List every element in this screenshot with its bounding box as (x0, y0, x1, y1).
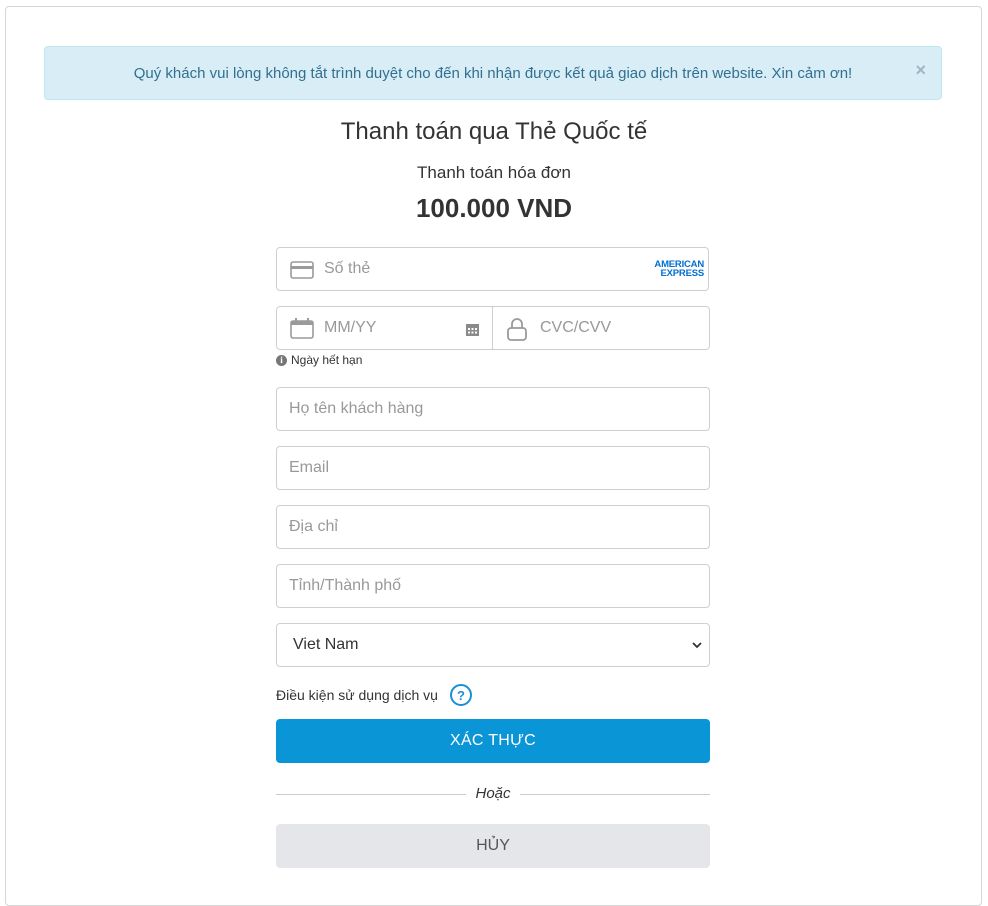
help-icon[interactable]: ? (449, 684, 472, 706)
or-label: Hoặc (475, 785, 511, 802)
country-select[interactable]: Viet Nam (276, 623, 710, 667)
or-divider: Hoặc (276, 784, 710, 804)
amex-logo-line2: EXPRESS (660, 268, 705, 279)
city-field[interactable] (276, 564, 710, 608)
close-icon[interactable]: × (915, 61, 926, 79)
terms-row: Điều kiện sử dụng dịch vụ ? (276, 684, 472, 706)
card-number-field[interactable]: AMERICAN EXPRESS (276, 247, 709, 291)
expiry-field[interactable] (276, 306, 493, 350)
customer-name-field[interactable] (276, 387, 710, 431)
card-number-input[interactable] (324, 248, 624, 290)
payment-amount: 100.000 VND (415, 193, 573, 223)
amex-logo: AMERICAN EXPRESS (642, 260, 705, 279)
customer-name-input[interactable] (289, 388, 709, 430)
cancel-button[interactable]: HỦY (276, 824, 710, 868)
address-field[interactable] (276, 505, 710, 549)
confirm-button[interactable]: XÁC THỰC (276, 719, 710, 763)
page-title: Thanh toán qua Thẻ Quốc tế (340, 118, 648, 145)
country-selected-value: Viet Nam (293, 636, 359, 653)
email-input[interactable] (289, 447, 709, 489)
info-icon: i (276, 354, 287, 366)
page-subtitle: Thanh toán hóa đơn (417, 163, 571, 182)
expiry-hint: i Ngày hết hạn (276, 353, 362, 367)
terms-label[interactable]: Điều kiện sử dụng dịch vụ (276, 687, 438, 703)
city-input[interactable] (289, 565, 709, 607)
info-alert: Quý khách vui lòng không tắt trình duyệt… (44, 46, 942, 100)
credit-card-icon (289, 260, 315, 280)
alert-message: Quý khách vui lòng không tắt trình duyệt… (133, 64, 853, 82)
lock-icon (505, 316, 529, 342)
chevron-down-icon (691, 638, 703, 656)
cvc-field[interactable] (492, 306, 710, 350)
calendar-icon (289, 317, 315, 341)
date-picker-icon[interactable] (465, 322, 479, 336)
email-field[interactable] (276, 446, 710, 490)
expiry-hint-text: Ngày hết hạn (291, 353, 363, 367)
cvc-input[interactable] (540, 307, 700, 349)
expiry-input[interactable] (324, 307, 454, 349)
address-input[interactable] (289, 506, 709, 548)
